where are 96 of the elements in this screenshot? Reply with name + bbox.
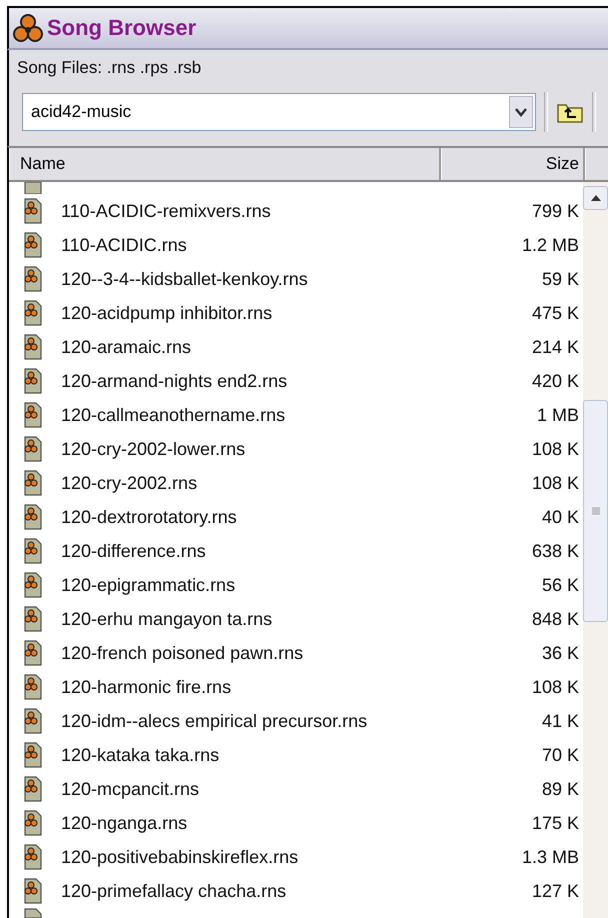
file-row[interactable]: 120-harmonic fire.rns 108 K xyxy=(9,670,579,704)
file-name: 120--3-4--kidsballet-kenkoy.rns xyxy=(61,268,309,290)
file-icon xyxy=(23,232,43,258)
file-name: 120-dextrorotatory.rns xyxy=(61,506,238,528)
file-size: 70 K xyxy=(540,744,579,766)
file-name: 120-idm--alecs empirical precursor.rns xyxy=(61,710,368,732)
file-icon xyxy=(23,708,43,734)
file-row[interactable]: 120-difference.rns 638 K xyxy=(9,534,579,568)
file-size: 1.3 MB xyxy=(520,846,579,868)
file-icon xyxy=(23,606,43,632)
grip-icon xyxy=(592,507,600,515)
file-size: 475 K xyxy=(530,302,579,324)
column-header[interactable]: Size xyxy=(441,148,585,180)
file-size: 108 K xyxy=(530,676,579,698)
file-name: 120-cry-2002.rns xyxy=(61,472,198,494)
file-size: 1 MB xyxy=(536,404,579,426)
file-icon xyxy=(23,368,43,394)
file-row[interactable]: 120-dextrorotatory.rns 40 K xyxy=(9,500,579,534)
file-size: 214 K xyxy=(530,336,579,358)
folder-dropdown[interactable]: acid42-music xyxy=(22,93,536,131)
file-icon xyxy=(23,300,43,326)
file-size: 175 K xyxy=(530,812,579,834)
file-icon xyxy=(23,908,43,918)
file-name: 120-difference.rns xyxy=(61,540,207,562)
file-size: 36 K xyxy=(540,642,579,664)
file-name: 120-aramaic.rns xyxy=(61,336,192,358)
file-icon xyxy=(23,402,43,428)
file-icon xyxy=(23,538,43,564)
file-row[interactable]: 120-french poisoned pawn.rns 36 K xyxy=(9,636,579,670)
file-size: 108 K xyxy=(530,472,579,494)
file-size: 40 K xyxy=(540,506,579,528)
file-icon xyxy=(23,436,43,462)
file-icon xyxy=(23,674,43,700)
file-size: 108 K xyxy=(530,438,579,460)
file-name: 120-erhu mangayon ta.rns xyxy=(61,608,274,630)
file-row[interactable]: 120-mcpancit.rns 89 K xyxy=(9,772,579,806)
filter-label: Song Files: .rns .rps .rsb xyxy=(7,50,608,88)
file-row[interactable]: 110-ACIDIC-remixvers.rns 799 K xyxy=(9,194,579,228)
file-row[interactable]: 120--3-4--kidsballet-kenkoy.rns 59 K xyxy=(9,262,579,296)
file-icon xyxy=(23,198,43,224)
file-row[interactable]: 120-epigrammatic.rns 56 K xyxy=(9,568,579,602)
file-size: 89 K xyxy=(540,778,579,800)
dropdown-button[interactable] xyxy=(509,96,533,128)
logo-icon xyxy=(13,13,43,43)
file-name: 120-callmeanothername.rns xyxy=(61,404,286,426)
file-name: 110-ACIDIC.rns xyxy=(61,234,188,256)
file-size: 799 K xyxy=(530,200,579,222)
window-title: Song Browser xyxy=(47,15,196,41)
file-row[interactable]: 120-callmeanothername.rns 1 MB xyxy=(9,398,579,432)
file-size: 420 K xyxy=(530,370,579,392)
file-size: 41 K xyxy=(540,710,579,732)
file-name: 120-harmonic fire.rns xyxy=(61,676,232,698)
file-name: 120-kataka taka.rns xyxy=(61,744,220,766)
file-icon xyxy=(23,776,43,802)
file-name: 120-epigrammatic.rns xyxy=(61,574,236,596)
file-row[interactable]: 120-acidpump inhibitor.rns 475 K xyxy=(9,296,579,330)
file-name: 120-armand-nights end2.rns xyxy=(61,370,288,392)
file-row[interactable]: 120-kataka taka.rns 70 K xyxy=(9,738,579,772)
file-name: 120-cry-2002-lower.rns xyxy=(61,438,246,460)
file-size: 56 K xyxy=(540,574,579,596)
file-row[interactable]: 120-aramaic.rns 214 K xyxy=(9,330,579,364)
file-row[interactable]: 120-erhu mangayon ta.rns 848 K xyxy=(9,602,579,636)
file-icon xyxy=(23,640,43,666)
file-name: 120-positivebabinskireflex.rns xyxy=(61,846,300,868)
file-size: 59 K xyxy=(540,268,579,290)
file-icon xyxy=(23,266,43,292)
file-size: 1.2 MB xyxy=(520,234,579,256)
file-row[interactable]: 120-idm--alecs empirical precursor.rns 41 K xyxy=(9,704,579,738)
file-row[interactable]: 120-cry-2002-lower.rns 108 K xyxy=(9,432,579,466)
file-name: 120-french poisoned pawn.rns xyxy=(61,642,304,664)
file-size: 638 K xyxy=(530,540,579,562)
up-arrow-icon xyxy=(590,195,600,201)
file-icon xyxy=(23,878,43,904)
file-icon xyxy=(23,334,43,360)
file-row[interactable]: 110-ACIDIC.rns 1.2 MB xyxy=(9,228,579,262)
file-size: 127 K xyxy=(530,880,579,902)
file-icon xyxy=(23,810,43,836)
file-row[interactable]: 120-cry-2002.rns 108 K xyxy=(9,466,579,500)
file-name: 120-nganga.rns xyxy=(61,812,188,834)
file-icon xyxy=(23,504,43,530)
file-row[interactable]: 120-positivebabinskireflex.rns 1.3 MB xyxy=(9,840,579,874)
file-row[interactable]: 120-armand-nights end2.rns 420 K xyxy=(9,364,579,398)
file-row[interactable]: 120-nganga.rns 175 K xyxy=(9,806,579,840)
file-name: 110-ACIDIC-remixvers.rns xyxy=(61,200,272,222)
file-name: 120-acidpump inhibitor.rns xyxy=(61,302,274,324)
file-icon xyxy=(23,572,43,598)
file-name: 120-primefallacy chacha.rns xyxy=(61,880,288,902)
file-icon xyxy=(23,844,43,870)
file-icon xyxy=(23,470,43,496)
scroll-up-button[interactable] xyxy=(583,186,608,210)
chevron-icon xyxy=(515,108,527,116)
file-icon xyxy=(23,742,43,768)
file-name: 120-mcpancit.rns xyxy=(61,778,200,800)
file-size: 848 K xyxy=(530,608,579,630)
file-row[interactable]: 120-primefallacy chacha.rns 127 K xyxy=(9,874,579,908)
column-header[interactable]: Name xyxy=(9,148,441,180)
